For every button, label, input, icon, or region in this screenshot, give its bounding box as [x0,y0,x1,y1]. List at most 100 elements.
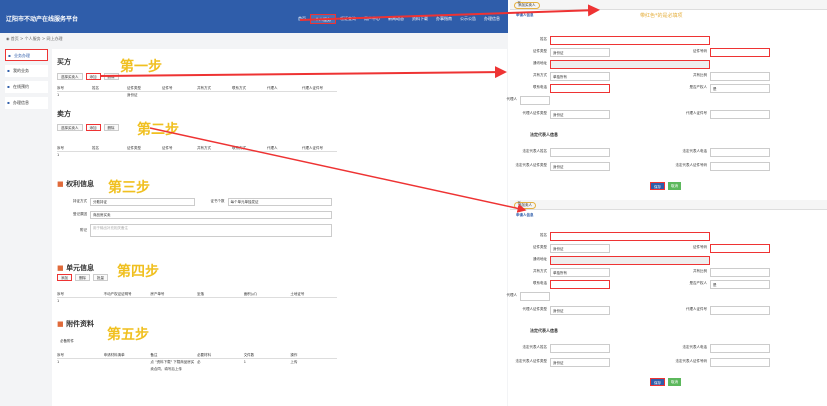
buyer-heading: 买方 [57,58,71,66]
nav-home[interactable]: 首页 [294,14,310,24]
nav-news[interactable]: 新闻动态 [384,14,408,24]
nav-notice[interactable]: 公示公告 [456,14,480,24]
field-input[interactable] [550,256,710,265]
field-input[interactable] [710,358,770,367]
field-input[interactable]: 身份证 [550,48,610,57]
dialog2-save-button[interactable]: 保存 [650,378,665,386]
select-buyer-button[interactable]: 选择买卖人 [57,73,83,80]
field-label: 证件号码 [693,49,707,53]
top-nav: 首页 个人服务 领证查询 用户中心 新闻动态 资料下载 办事指南 公示公告 办理… [294,14,504,24]
nav-user[interactable]: 用户中心 [360,14,384,24]
field-input[interactable]: 身份证 [550,306,610,315]
field-input[interactable] [710,306,770,315]
field-input[interactable]: 身份证 [550,162,610,171]
remark-textarea[interactable]: 用于输出补充相关备注 [90,223,332,237]
field-input[interactable] [710,244,770,253]
step-3: 第三步 [108,180,150,196]
field-input[interactable] [550,84,610,93]
unit-cell-1 [104,298,151,305]
attach-heading: ■ 附件资料 [57,320,95,328]
buyer-cell-0: 1 [57,93,60,97]
field-input[interactable] [550,60,710,69]
batch-unit-button[interactable]: 批量 [93,274,108,281]
field-7: 是否产权人是 [690,84,820,94]
field-11: 法定代表人姓名 [523,344,660,354]
field-input[interactable] [520,96,550,105]
field-11: 法定代表人姓名 [523,148,660,158]
delete-seller-button[interactable]: 删除 [103,124,119,131]
dialog1-cancel-button[interactable]: 取消 [668,182,681,190]
select-seller-button[interactable]: 选择买卖人 [57,124,83,131]
field-input[interactable] [710,48,770,57]
field-5: 共有比例 [693,268,820,278]
seller-cell-4 [197,152,232,159]
field-input[interactable]: 是 [710,84,770,93]
seller-heading: 卖方 [57,110,71,118]
seller-cell-5 [232,152,267,159]
field-input[interactable] [520,292,550,301]
unit-col-4: 面积(㎡) [243,292,257,296]
field-input[interactable]: 是 [710,280,770,289]
seller-col-1: 姓名 [92,146,99,150]
field-input[interactable]: 身份证 [550,358,610,367]
dialog1-save-button[interactable]: 保存 [650,182,665,190]
field-input[interactable] [710,344,770,353]
attach-col-5: 操作 [290,353,298,357]
add-buyer-button[interactable]: 添加 [85,73,101,80]
add-buyer-dialog: 添加买卖人 × 带红色*的是必填项 申请人信息 姓名 证件类型 身份证 证件号码 通讯地址… [507,0,827,200]
dialog2-cancel-button[interactable]: 取消 [668,378,681,386]
field-4: 共有方式 单独所有 [533,268,660,278]
field-label: 法定代表人证件号码 [675,359,708,363]
field-input[interactable]: 身份证 [550,244,610,253]
step-5: 第五步 [107,327,149,343]
attach-col-0: 序号 [57,353,64,357]
field-input[interactable]: 身份证 [550,110,610,119]
delete-buyer-button[interactable]: 删除 [103,73,119,80]
close-icon[interactable]: × [514,201,821,206]
sidebar-item-info[interactable]: 办理信息 [5,97,48,109]
top-bar: 辽阳市不动产在线服务平台 首页 个人服务 领证查询 用户中心 新闻动态 资料下载… [0,0,508,33]
nav-download[interactable]: 资料下载 [408,14,432,24]
field-input[interactable] [710,268,770,277]
field-input[interactable]: 单独所有 [550,72,610,81]
seller-cell-6 [267,152,302,159]
close-icon[interactable]: × [514,1,821,6]
sidebar-item-appointment[interactable]: 在线预约 [5,81,48,93]
buyer-buttons: 选择买卖人 添加 删除 [57,73,119,80]
field-label: 证件号码 [693,245,707,249]
delete-unit-button[interactable]: 删除 [75,274,90,281]
reason-input[interactable]: 商品房买卖 [90,210,332,219]
field-6: 联系电话 [533,84,660,94]
field-input[interactable] [550,344,610,353]
buyer-col-4: 共有方式 [197,86,211,90]
sidebar-item-handle[interactable]: 业务办理 [5,49,48,62]
field-label: 共有比例 [693,269,707,273]
field-input[interactable] [550,232,710,241]
field-14: 法定代表人证件号码 [676,162,820,172]
field-input[interactable] [710,72,770,81]
field-input[interactable] [710,148,770,157]
nav-guide[interactable]: 办事指南 [432,14,456,24]
field-input[interactable] [550,280,610,289]
sidebar-item-mine[interactable]: 我的业务 [5,65,48,77]
field-input[interactable] [550,36,710,45]
nav-info[interactable]: 办理信息 [480,14,504,24]
count-select[interactable]: 每个单元单独发证 [227,197,332,206]
field-label: 是否产权人 [689,85,708,89]
method-select[interactable]: 分散持证 [90,197,195,206]
attach-col-4: 文件数 [243,353,255,357]
nav-personal[interactable]: 个人服务 [310,14,336,24]
field-label: 代理人 [506,293,518,297]
add-seller-button[interactable]: 添加 [85,124,101,131]
field-input[interactable] [710,110,770,119]
field-input[interactable] [550,148,610,157]
remark-label: 附记 [80,227,87,232]
nav-cert[interactable]: 领证查询 [336,14,360,24]
main-content: 买方 第一步 选择买卖人 添加 删除 序号 姓名 证件类型 证件号 共有方式 联系方式 代理… [52,49,507,406]
add-unit-button[interactable]: 添加 [57,274,72,281]
field-input[interactable]: 单独所有 [550,268,610,277]
field-9: 代理人证件类型 身份证 [523,110,660,120]
field-input[interactable] [710,162,770,171]
field-label: 姓名 [540,37,547,41]
unit-cell-2 [150,298,197,305]
